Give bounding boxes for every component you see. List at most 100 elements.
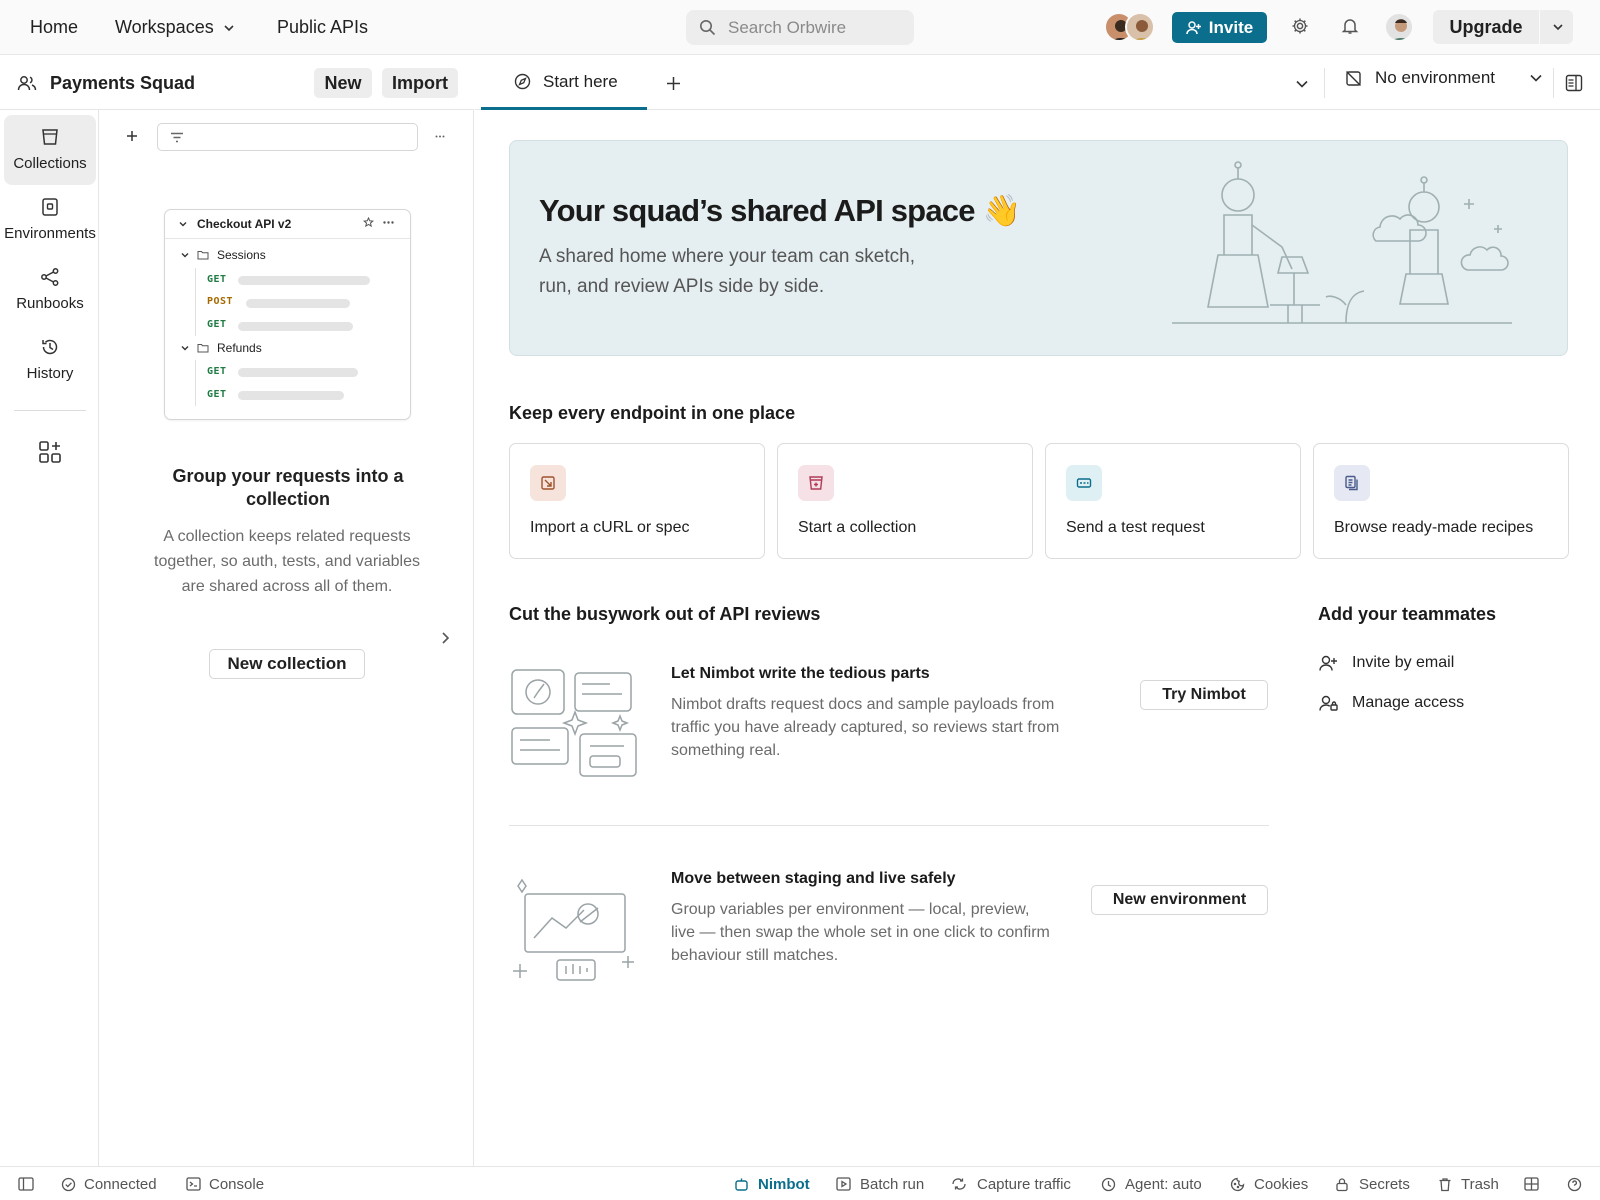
console-icon [186,1177,201,1191]
invite-button[interactable]: Invite [1172,12,1267,43]
filter-input[interactable] [157,123,418,151]
sidebar-item-collections[interactable]: Collections [4,115,96,185]
manage-access-link[interactable]: Manage access [1319,694,1464,712]
new-tab-icon[interactable] [666,76,681,91]
collection-preview: Checkout API v2 Sessions GET POST GET Re… [164,209,411,420]
chevron-down-icon[interactable] [1295,78,1309,90]
nav-public-apis-label: Public APIs [277,17,369,37]
request-placeholder [246,299,350,308]
card-label: Import a cURL or spec [530,519,690,536]
method-badge: GET [207,366,227,377]
status-capture-traffic[interactable]: Capture traffic [951,1167,1071,1200]
avatar[interactable] [1125,12,1155,42]
status-cookies[interactable]: Cookies [1230,1167,1308,1200]
import-label: Import [392,72,448,93]
sidebar-item-environments[interactable]: Environments [4,185,96,255]
request-icon [1076,478,1092,488]
preview-folder-name: Refunds [217,341,262,355]
card-import[interactable]: Import a cURL or spec [509,443,765,559]
divider [1539,10,1540,44]
top-bar: Home Workspaces Public APIs Search Orbwi… [0,0,1600,55]
rail-divider [14,410,86,411]
plus-icon[interactable] [126,130,138,142]
hero-title: Your squad’s shared API space 👋 [539,193,1021,228]
status-label: Capture traffic [977,1175,1071,1193]
more-icon[interactable] [435,135,445,138]
grid-icon [1524,1177,1539,1191]
side-panel-icon[interactable] [1565,74,1583,92]
lock-icon [1336,1177,1348,1191]
status-trash[interactable]: Trash [1438,1167,1499,1200]
person-icon [1393,19,1409,40]
button-label: New environment [1112,891,1247,908]
card-icon-bg [1334,465,1370,501]
section-heading: Cut the busywork out of API reviews [509,604,821,624]
add-apps-icon[interactable] [38,440,62,464]
feature-description: Nimbot drafts request docs and sample pa… [671,696,1060,759]
nav-home[interactable]: Home [30,0,78,55]
status-console[interactable]: Console [186,1167,264,1200]
chevron-down-icon [1530,74,1542,82]
bell-icon[interactable] [1341,17,1359,35]
card-recipes[interactable]: Browse ready-made recipes [1313,443,1569,559]
nav-workspaces[interactable]: Workspaces [115,0,236,55]
nav-public-apis[interactable]: Public APIs [277,0,368,55]
batch-run-icon [836,1177,851,1191]
sidebar-item-history[interactable]: History [4,325,96,395]
compass-icon [514,73,531,90]
status-agent[interactable]: Agent: auto [1101,1167,1202,1200]
profile-avatar[interactable] [1384,12,1414,42]
request-placeholder [238,368,358,377]
new-collection-button[interactable]: New collection [209,649,365,679]
invite-by-email-link[interactable]: Invite by email [1319,654,1454,672]
try-nimbot-button[interactable]: Try Nimbot [1140,680,1268,710]
runbooks-icon [41,268,59,286]
card-label: Send a test request [1066,519,1205,536]
preview-folder-row: Sessions [180,248,266,262]
chevron-right-icon[interactable] [440,631,450,645]
request-placeholder [238,391,344,400]
status-label: Batch run [860,1175,925,1193]
team-icon [17,76,37,91]
rail-label: History [26,365,74,382]
status-label: Cookies [1254,1175,1309,1193]
help-icon [1567,1177,1582,1191]
tab-start-here[interactable]: Start here [481,56,647,110]
rail-label: Collections [13,155,87,172]
button-label: Try Nimbot [1162,686,1246,703]
status-connected[interactable]: Connected [61,1167,157,1200]
chevron-down-icon[interactable] [1551,20,1565,34]
workspace-header: Payments Squad New Import [0,56,474,110]
upgrade-label: Upgrade [1449,16,1523,37]
card-start-collection[interactable]: Start a collection [777,443,1033,559]
rail-label: Environments [4,225,96,242]
divider [1324,68,1325,98]
search-placeholder: Search Orbwire [728,17,847,37]
new-button[interactable]: New [314,68,372,98]
filter-icon [171,132,183,143]
robot-icon [735,1178,748,1191]
card-test-request[interactable]: Send a test request [1045,443,1301,559]
gear-icon[interactable] [1291,17,1309,35]
help-button[interactable] [1567,1167,1582,1200]
add-user-icon [1186,20,1201,34]
sidebar-item-runbooks[interactable]: Runbooks [4,255,96,325]
new-environment-button[interactable]: New environment [1091,885,1268,915]
section-divider [509,825,1269,826]
import-button[interactable]: Import [382,68,458,98]
upgrade-button[interactable]: Upgrade [1433,10,1573,44]
toggle-sidebar[interactable] [18,1167,34,1200]
status-nimbot[interactable]: Nimbot [734,1167,810,1200]
status-secrets[interactable]: Secrets [1335,1167,1410,1200]
tree-line [195,268,196,336]
folder-icon [197,251,209,260]
preview-divider [165,238,410,239]
environment-selector[interactable]: No environment [1345,68,1543,88]
status-batch-run[interactable]: Batch run [836,1167,924,1200]
rail-label: Runbooks [16,295,84,312]
layout-toggle[interactable] [1524,1167,1539,1200]
search-input[interactable]: Search Orbwire [686,10,914,45]
card-label: Start a collection [798,519,917,536]
folder-icon [197,344,209,353]
new-collection-label: New collection [227,654,347,673]
